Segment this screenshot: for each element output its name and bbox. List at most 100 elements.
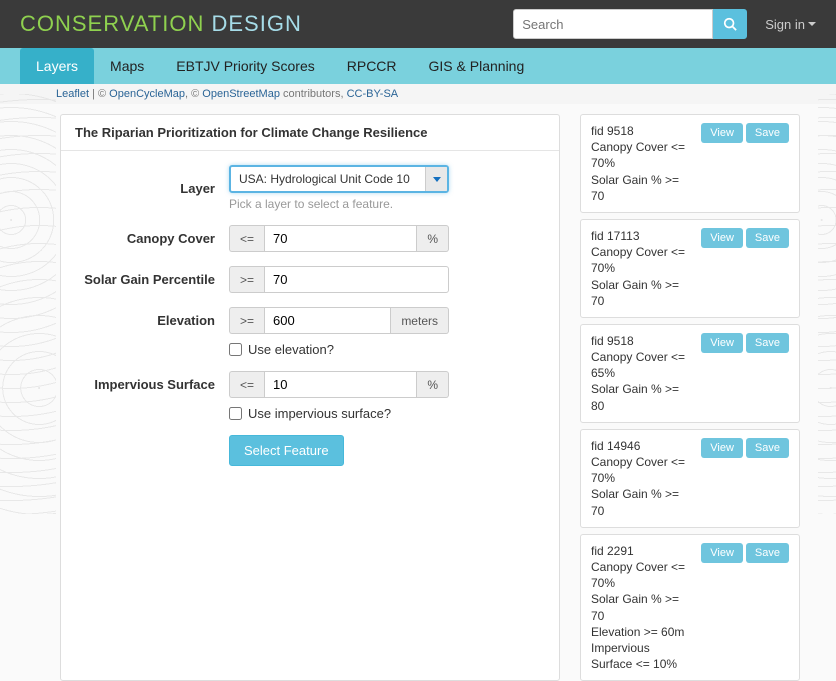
canopy-unit: % (417, 225, 449, 252)
view-button[interactable]: View (701, 333, 743, 353)
card-line: Canopy Cover <= 65% (591, 349, 693, 381)
card-line: Solar Gain % >= 70 (591, 172, 693, 204)
view-button[interactable]: View (701, 438, 743, 458)
top-navbar: CONSERVATION DESIGN Sign in (0, 0, 836, 48)
canopy-op: <= (229, 225, 264, 252)
row-elev: Elevation >= meters (79, 307, 541, 334)
layer-select-value: USA: Hydrological Unit Code 10 (231, 167, 425, 191)
view-button[interactable]: View (701, 543, 743, 563)
tab-label: Layers (36, 58, 78, 74)
imperv-checkbox[interactable] (229, 407, 242, 420)
card-line: Canopy Cover <= 70% (591, 559, 693, 591)
result-card: fid 14946 Canopy Cover <= 70% Solar Gain… (580, 429, 800, 528)
save-button[interactable]: Save (746, 333, 789, 353)
brand[interactable]: CONSERVATION DESIGN (20, 11, 302, 37)
content: The Riparian Prioritization for Climate … (0, 104, 836, 681)
tab-label: GIS & Planning (429, 58, 525, 74)
submit-label: Select Feature (244, 443, 329, 458)
osm-link[interactable]: OpenStreetMap (202, 88, 280, 100)
panel-body: Layer USA: Hydrological Unit Code 10 Pic… (61, 151, 559, 484)
card-line: fid 9518 (591, 123, 693, 139)
save-button[interactable]: Save (746, 438, 789, 458)
imperv-unit: % (417, 371, 449, 398)
card-line: fid 17113 (591, 228, 693, 244)
elev-input[interactable] (264, 307, 391, 334)
row-solar: Solar Gain Percentile >= (79, 266, 541, 293)
chevron-down-icon (808, 22, 816, 26)
solar-input[interactable] (264, 266, 449, 293)
view-button[interactable]: View (701, 123, 743, 143)
card-line: Solar Gain % >= 70 (591, 277, 693, 309)
imperv-op: <= (229, 371, 264, 398)
row-imperv: Impervious Surface <= % (79, 371, 541, 398)
card-body: fid 14946 Canopy Cover <= 70% Solar Gain… (591, 438, 693, 519)
brand-word-b: DESIGN (211, 11, 301, 36)
card-body: fid 17113 Canopy Cover <= 70% Solar Gain… (591, 228, 693, 309)
cc-link[interactable]: CC-BY-SA (347, 88, 399, 100)
imperv-label: Impervious Surface (79, 377, 229, 392)
tab-label: EBTJV Priority Scores (176, 58, 314, 74)
subnav: Layers Maps EBTJV Priority Scores RPCCR … (0, 48, 836, 84)
select-feature-button[interactable]: Select Feature (229, 435, 344, 466)
signin-link[interactable]: Sign in (765, 17, 816, 32)
tab-label: Maps (110, 58, 144, 74)
card-body: fid 2291 Canopy Cover <= 70% Solar Gain … (591, 543, 693, 673)
card-body: fid 9518 Canopy Cover <= 70% Solar Gain … (591, 123, 693, 204)
map-attribution: Leaflet | © OpenCycleMap, © OpenStreetMa… (0, 84, 836, 104)
ocm-link[interactable]: OpenCycleMap (109, 88, 185, 100)
card-line: fid 2291 (591, 543, 693, 559)
canopy-label: Canopy Cover (79, 231, 229, 246)
card-line: Canopy Cover <= 70% (591, 454, 693, 486)
tab-rpccr[interactable]: RPCCR (331, 48, 413, 84)
save-button[interactable]: Save (746, 228, 789, 248)
card-line: Canopy Cover <= 70% (591, 244, 693, 276)
layer-select[interactable]: USA: Hydrological Unit Code 10 (229, 165, 449, 193)
tab-ebtjv[interactable]: EBTJV Priority Scores (160, 48, 330, 84)
view-button[interactable]: View (701, 228, 743, 248)
card-line: fid 14946 (591, 438, 693, 454)
canopy-input[interactable] (264, 225, 417, 252)
row-imperv-chk: Use impervious surface? (229, 406, 541, 421)
row-canopy: Canopy Cover <= % (79, 225, 541, 252)
row-layer: Layer USA: Hydrological Unit Code 10 Pic… (79, 165, 541, 211)
tab-layers[interactable]: Layers (20, 48, 94, 84)
card-line: fid 9518 (591, 333, 693, 349)
elev-label: Elevation (79, 313, 229, 328)
brand-word-a: CONSERVATION (20, 11, 204, 36)
search-icon (723, 17, 737, 31)
result-card: fid 9518 Canopy Cover <= 70% Solar Gain … (580, 114, 800, 213)
elev-checkbox[interactable] (229, 343, 242, 356)
card-body: fid 9518 Canopy Cover <= 65% Solar Gain … (591, 333, 693, 414)
leaflet-link[interactable]: Leaflet (56, 88, 89, 100)
imperv-chk-label: Use impervious surface? (248, 406, 391, 421)
layer-label: Layer (79, 181, 229, 196)
result-card: fid 9518 Canopy Cover <= 65% Solar Gain … (580, 324, 800, 423)
elev-unit: meters (391, 307, 449, 334)
nav-right: Sign in (513, 9, 816, 39)
save-button[interactable]: Save (746, 123, 789, 143)
chevron-down-icon (433, 177, 441, 182)
layer-select-toggle[interactable] (425, 167, 447, 191)
search-button[interactable] (713, 9, 747, 39)
card-line: Solar Gain % >= 70 (591, 486, 693, 518)
results-list: fid 9518 Canopy Cover <= 70% Solar Gain … (580, 114, 800, 681)
row-elev-chk: Use elevation? (229, 342, 541, 357)
card-line: Canopy Cover <= 70% (591, 139, 693, 171)
elev-chk-label: Use elevation? (248, 342, 334, 357)
card-line: Solar Gain % >= 70 (591, 591, 693, 623)
search-input[interactable] (513, 9, 713, 39)
tab-label: RPCCR (347, 58, 397, 74)
layer-helper: Pick a layer to select a feature. (229, 197, 541, 211)
panel-title: The Riparian Prioritization for Climate … (61, 115, 559, 151)
save-button[interactable]: Save (746, 543, 789, 563)
imperv-input[interactable] (264, 371, 417, 398)
tab-gis[interactable]: GIS & Planning (413, 48, 541, 84)
form-panel: The Riparian Prioritization for Climate … (60, 114, 560, 681)
card-line: Solar Gain % >= 80 (591, 381, 693, 413)
solar-label: Solar Gain Percentile (79, 272, 229, 287)
card-line: Impervious Surface <= 10% (591, 640, 693, 672)
tab-maps[interactable]: Maps (94, 48, 160, 84)
result-card: fid 2291 Canopy Cover <= 70% Solar Gain … (580, 534, 800, 681)
result-card: fid 17113 Canopy Cover <= 70% Solar Gain… (580, 219, 800, 318)
elev-op: >= (229, 307, 264, 334)
